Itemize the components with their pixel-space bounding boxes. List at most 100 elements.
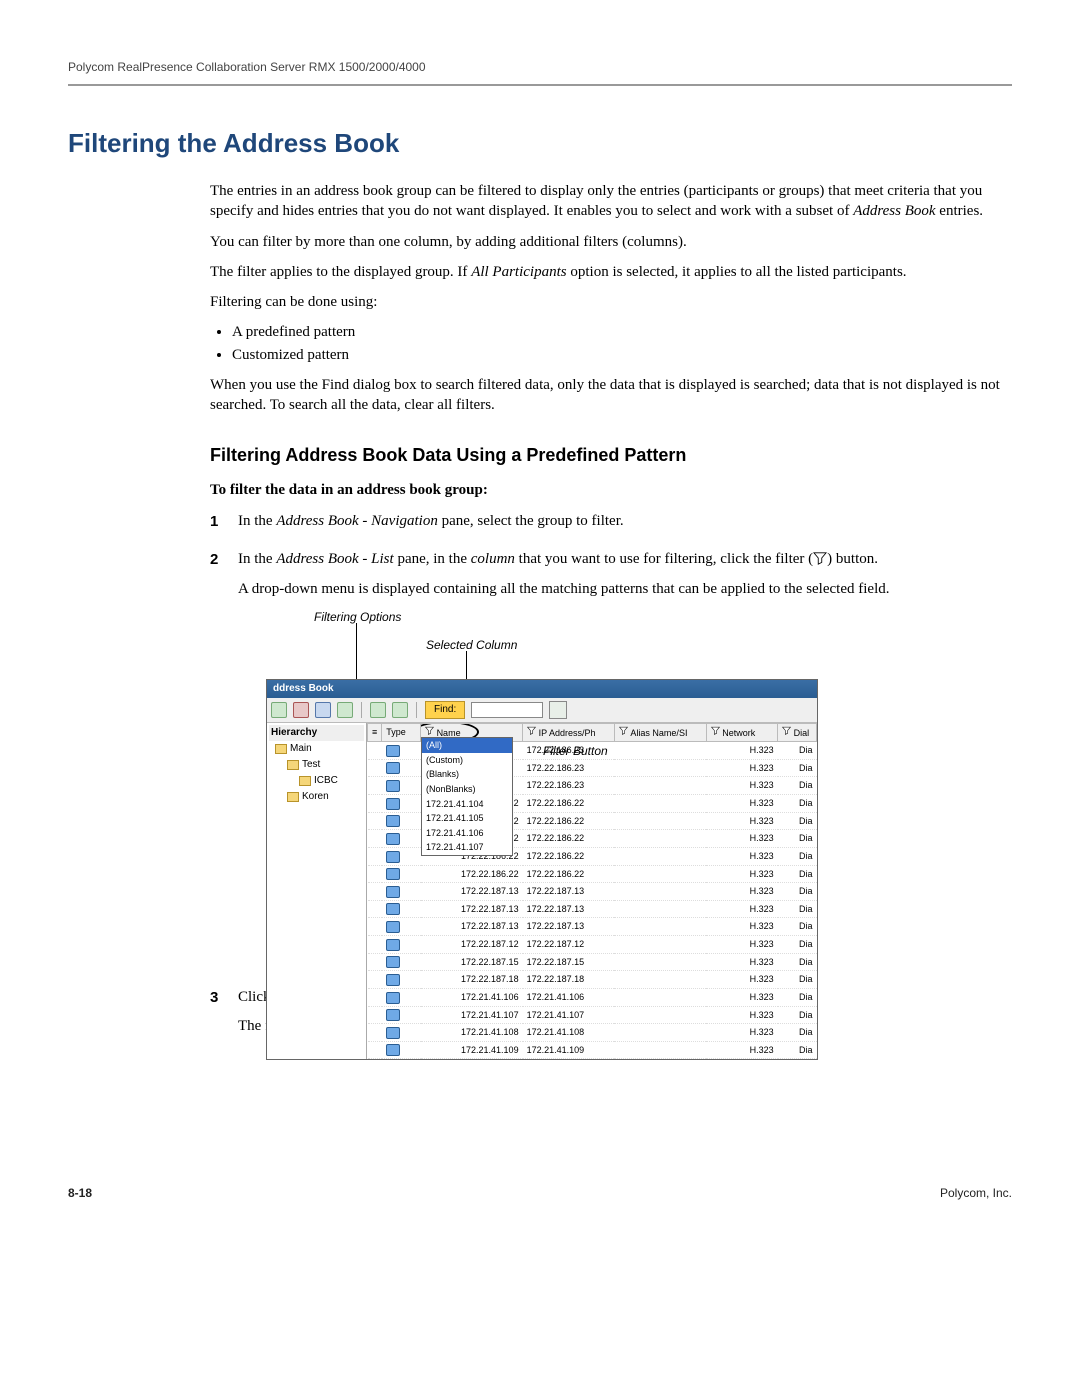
filter-option-custom[interactable]: (Custom) xyxy=(422,753,512,768)
toolbar-icon[interactable] xyxy=(370,702,386,718)
find-label: Find: xyxy=(425,701,465,719)
list-item: Customized pattern xyxy=(232,345,1012,365)
table-row[interactable]: 172.22.187.18172.22.187.18H.323Dia xyxy=(368,971,817,989)
col-ip[interactable]: IP Address/Ph xyxy=(523,724,615,742)
step-number: 1 xyxy=(210,511,238,539)
find-go-button[interactable] xyxy=(549,701,567,719)
participant-icon xyxy=(386,1027,400,1039)
toolbar-separator xyxy=(416,702,417,718)
text-italic: All Participants xyxy=(471,264,566,280)
participant-icon xyxy=(386,974,400,986)
step-number: 2 xyxy=(210,549,238,978)
step-1: 1 In the Address Book - Navigation pane,… xyxy=(210,511,1012,539)
participant-icon xyxy=(386,833,400,845)
tree-item-test[interactable]: Test xyxy=(269,757,364,773)
tree-heading: Hierarchy xyxy=(269,725,364,741)
filter-icon[interactable] xyxy=(527,727,536,737)
callout-filter-button: Filter Button xyxy=(543,743,608,760)
participant-icon xyxy=(386,815,400,827)
address-list: Filter Button ≡ xyxy=(367,723,817,1059)
filter-option-value[interactable]: 172.21.41.106 xyxy=(422,826,512,841)
folder-icon xyxy=(299,776,311,786)
page-footer: 8-18 Polycom, Inc. xyxy=(68,1186,1012,1200)
participant-icon xyxy=(386,762,400,774)
participant-icon xyxy=(386,798,400,810)
toolbar-delete-icon[interactable] xyxy=(293,702,309,718)
text-italic: Address Book xyxy=(853,203,935,219)
filter-option-nonblanks[interactable]: (NonBlanks) xyxy=(422,782,512,797)
filter-icon[interactable] xyxy=(711,727,720,737)
paragraph: The entries in an address book group can… xyxy=(210,181,1012,222)
table-row[interactable]: 172.21.41.109172.21.41.109H.323Dia xyxy=(368,1041,817,1059)
table-row[interactable]: 172.22.187.13172.22.187.13H.323Dia xyxy=(368,900,817,918)
col-alias[interactable]: Alias Name/SI xyxy=(614,724,706,742)
filter-option-value[interactable]: 172.21.41.105 xyxy=(422,811,512,826)
participant-icon xyxy=(386,939,400,951)
filter-option-all[interactable]: (All) xyxy=(422,738,512,753)
toolbar-separator xyxy=(361,702,362,718)
col-type[interactable]: Type xyxy=(382,724,421,742)
table-row[interactable]: 172.21.41.107172.21.41.107H.323Dia xyxy=(368,1006,817,1024)
page: Polycom RealPresence Collaboration Serve… xyxy=(0,0,1080,1240)
filter-dropdown: (All) (Custom) (Blanks) (NonBlanks) 172.… xyxy=(421,737,513,856)
participant-icon xyxy=(386,1044,400,1056)
step-2: 2 In the Address Book - List pane, in th… xyxy=(210,549,1012,978)
participant-icon xyxy=(386,780,400,792)
window-title: ddress Book xyxy=(267,680,817,698)
participant-icon xyxy=(386,921,400,933)
folder-icon xyxy=(287,760,299,770)
text: A drop-down menu is displayed containing… xyxy=(238,579,1012,599)
tree-item-koren[interactable]: Koren xyxy=(269,789,364,805)
bullet-list: A predefined pattern Customized pattern xyxy=(210,322,1012,365)
paragraph: The filter applies to the displayed grou… xyxy=(210,262,1012,282)
table-row[interactable]: 172.22.187.15172.22.187.15H.323Dia xyxy=(368,953,817,971)
step-number: 3 xyxy=(210,987,238,1046)
table-row[interactable]: 172.21.41.108172.21.41.108H.323Dia xyxy=(368,1024,817,1042)
body-content: The entries in an address book group can… xyxy=(210,181,1012,1046)
filter-icon[interactable] xyxy=(619,727,628,737)
filter-icon xyxy=(813,551,827,571)
filter-option-value[interactable]: 172.21.41.107 xyxy=(422,840,512,855)
participant-icon xyxy=(386,886,400,898)
participant-icon xyxy=(386,992,400,1004)
participant-icon xyxy=(386,868,400,880)
folder-icon xyxy=(275,744,287,754)
list-item: A predefined pattern xyxy=(232,322,1012,342)
filter-option-blanks[interactable]: (Blanks) xyxy=(422,767,512,782)
address-book-window: ddress Book Find: xyxy=(266,679,818,1060)
hierarchy-tree: Hierarchy Main Test ICBC Koren xyxy=(267,723,367,1059)
table-row[interactable]: 172.22.187.12172.22.187.12H.323Dia xyxy=(368,936,817,954)
filter-icon[interactable] xyxy=(782,727,791,737)
participant-icon xyxy=(386,851,400,863)
company-name: Polycom, Inc. xyxy=(940,1186,1012,1200)
paragraph: You can filter by more than one column, … xyxy=(210,232,1012,252)
table-row[interactable]: 172.22.186.22172.22.186.22H.323Dia xyxy=(368,865,817,883)
participant-icon xyxy=(386,903,400,915)
toolbar-export-icon[interactable] xyxy=(337,702,353,718)
text: option is selected, it applies to all th… xyxy=(567,264,907,280)
filter-option-value[interactable]: 172.21.41.104 xyxy=(422,797,512,812)
col-sort[interactable]: ≡ xyxy=(368,724,382,742)
find-input[interactable] xyxy=(471,702,543,718)
running-header: Polycom RealPresence Collaboration Serve… xyxy=(68,60,1012,86)
page-number: 8-18 xyxy=(68,1186,92,1200)
table-row[interactable]: 172.22.187.13172.22.187.13H.323Dia xyxy=(368,918,817,936)
folder-icon xyxy=(287,792,299,802)
participant-icon xyxy=(386,956,400,968)
heading-predefined-pattern: Filtering Address Book Data Using a Pred… xyxy=(210,445,1012,466)
screenshot-figure: Filtering Options Selected Column ddress… xyxy=(266,609,1012,969)
toolbar-import-icon[interactable] xyxy=(315,702,331,718)
tree-item-icbc[interactable]: ICBC xyxy=(269,773,364,789)
toolbar: Find: xyxy=(267,698,817,723)
procedure-lead: To filter the data in an address book gr… xyxy=(210,480,1012,500)
participant-icon xyxy=(386,1009,400,1021)
col-network[interactable]: Network xyxy=(706,724,777,742)
toolbar-icon[interactable] xyxy=(392,702,408,718)
table-row[interactable]: 172.22.187.13172.22.187.13H.323Dia xyxy=(368,883,817,901)
tree-item-main[interactable]: Main xyxy=(269,741,364,757)
callout-filtering-options: Filtering Options xyxy=(314,609,401,626)
callout-selected-column: Selected Column xyxy=(426,637,517,654)
col-dial[interactable]: Dial xyxy=(778,724,817,742)
table-row[interactable]: 172.21.41.106172.21.41.106H.323Dia xyxy=(368,988,817,1006)
toolbar-new-icon[interactable] xyxy=(271,702,287,718)
